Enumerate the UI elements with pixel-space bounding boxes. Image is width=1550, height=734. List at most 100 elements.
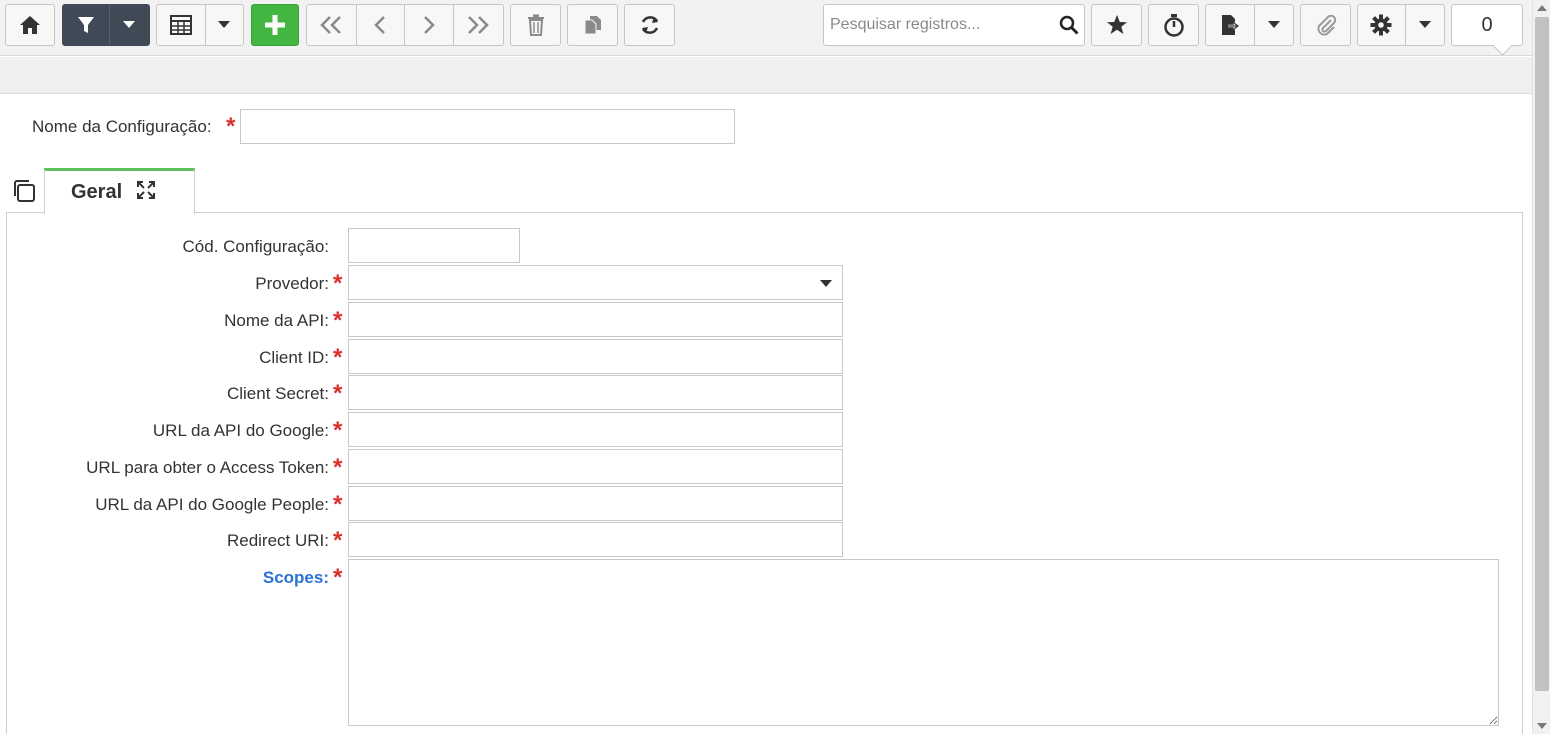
first-record-button[interactable] — [307, 5, 357, 45]
expand-tab-button[interactable] — [136, 180, 156, 205]
redirect-uri-input[interactable] — [349, 523, 842, 556]
cod-configuracao-input[interactable] — [349, 229, 519, 262]
field-label-client-id: Client ID: — [259, 348, 329, 367]
settings-dropdown-button[interactable] — [1406, 5, 1444, 45]
client-id-input[interactable] — [349, 340, 842, 373]
cod-configuracao-field[interactable] — [348, 228, 520, 263]
required-mark: * — [333, 380, 343, 407]
record-counter[interactable]: 0 — [1451, 4, 1523, 46]
expand-icon — [137, 181, 156, 199]
search-input[interactable] — [824, 5, 1054, 45]
add-button[interactable] — [251, 4, 299, 46]
next-record-button[interactable] — [405, 5, 454, 45]
refresh-button[interactable] — [624, 4, 675, 46]
grid-icon — [169, 15, 192, 35]
double-chevron-right-icon — [468, 16, 490, 34]
export-dropdown-button[interactable] — [1255, 5, 1293, 45]
field-label-provedor: Provedor: — [255, 274, 329, 293]
url-access-token-field[interactable] — [348, 449, 843, 484]
home-icon — [20, 16, 40, 34]
double-chevron-left-icon — [320, 16, 342, 34]
scroll-up-icon[interactable] — [1537, 5, 1547, 11]
home-button[interactable] — [5, 4, 55, 46]
vertical-scrollbar[interactable] — [1532, 0, 1550, 734]
export-button-group — [1205, 4, 1294, 46]
field-label-url-google-people: URL da API do Google People: — [95, 495, 329, 514]
url-google-people-field[interactable] — [348, 486, 843, 521]
favorite-button[interactable] — [1091, 4, 1142, 46]
required-mark: * — [333, 527, 343, 554]
field-label-nome-api: Nome da API: — [224, 311, 329, 330]
copy-icon — [584, 16, 601, 35]
required-mark: * — [226, 113, 236, 140]
previous-record-button[interactable] — [357, 5, 405, 45]
search-icon — [1059, 15, 1079, 35]
caret-down-icon — [1418, 21, 1431, 28]
url-google-people-input[interactable] — [349, 487, 842, 520]
grid-dropdown-button[interactable] — [206, 5, 243, 45]
grid-view-button[interactable] — [157, 5, 206, 45]
filter-button-group — [62, 4, 150, 46]
field-label-cod-configuracao: Cód. Configuração: — [182, 237, 329, 256]
field-label-url-access-token: URL para obter o Access Token: — [86, 458, 329, 477]
config-name-label: Nome da Configuração: — [32, 117, 212, 136]
scroll-thumb[interactable] — [1535, 17, 1549, 691]
settings-button-group — [1357, 4, 1445, 46]
last-record-button[interactable] — [454, 5, 503, 45]
settings-button[interactable] — [1358, 5, 1406, 45]
timer-button[interactable] — [1148, 4, 1199, 46]
config-name-input[interactable] — [241, 110, 734, 143]
caret-down-icon — [820, 280, 832, 287]
collapse-tabs-button[interactable] — [12, 179, 36, 208]
field-label-url-api-google: URL da API do Google: — [152, 421, 329, 440]
required-mark: * — [333, 344, 343, 371]
client-secret-input[interactable] — [349, 376, 842, 409]
required-mark: * — [333, 491, 343, 518]
toolbar: 0 — [0, 0, 1532, 56]
required-mark: * — [333, 564, 343, 591]
caret-down-icon — [218, 21, 231, 28]
gear-icon — [1370, 14, 1392, 36]
caret-down-icon — [123, 21, 136, 28]
url-api-google-field[interactable] — [348, 412, 843, 447]
star-icon — [1106, 15, 1127, 34]
search-box — [823, 4, 1085, 46]
attach-button[interactable] — [1300, 4, 1351, 46]
required-mark: * — [333, 454, 343, 481]
delete-button[interactable] — [510, 4, 561, 46]
scopes-textarea[interactable] — [348, 559, 1499, 726]
filter-icon — [77, 17, 94, 33]
client-id-field[interactable] — [348, 339, 843, 374]
required-mark: * — [333, 270, 343, 297]
required-mark: * — [333, 307, 343, 334]
field-label-redirect-uri: Redirect URI: — [226, 531, 329, 550]
copy-button[interactable] — [567, 4, 618, 46]
trash-icon — [527, 14, 544, 36]
client-secret-field[interactable] — [348, 375, 843, 410]
filter-dropdown-button[interactable] — [110, 5, 149, 45]
duplicate-window-icon — [14, 180, 35, 202]
chevron-left-icon — [374, 16, 386, 34]
field-label-client-secret: Client Secret: — [226, 384, 329, 403]
scroll-down-icon[interactable] — [1537, 723, 1547, 729]
subheader-strip — [0, 57, 1532, 94]
config-name-field[interactable] — [240, 109, 735, 144]
nome-api-input[interactable] — [349, 303, 842, 336]
tab-geral[interactable]: Geral — [44, 168, 195, 214]
filter-button[interactable] — [63, 5, 110, 45]
export-button[interactable] — [1206, 5, 1255, 45]
provedor-select[interactable] — [348, 265, 843, 300]
url-access-token-input[interactable] — [349, 450, 842, 483]
nome-api-field[interactable] — [348, 302, 843, 337]
grid-button-group — [156, 4, 244, 46]
required-mark: * — [333, 417, 343, 444]
url-api-google-input[interactable] — [349, 413, 842, 446]
export-icon — [1221, 15, 1241, 35]
search-button[interactable] — [1054, 15, 1084, 35]
chevron-right-icon — [423, 16, 435, 34]
refresh-icon — [641, 16, 658, 34]
redirect-uri-field[interactable] — [348, 522, 843, 557]
stopwatch-icon — [1163, 14, 1184, 37]
plus-icon — [265, 15, 285, 35]
field-label-scopes[interactable]: Scopes: — [263, 568, 329, 588]
